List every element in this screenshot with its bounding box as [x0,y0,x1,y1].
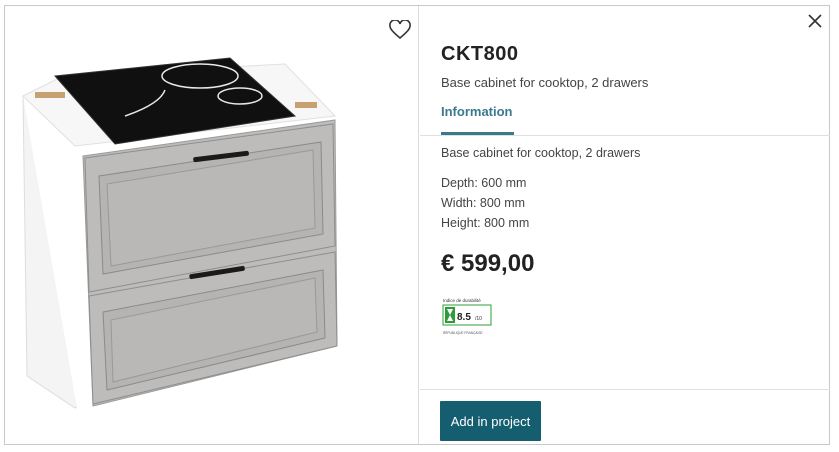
add-in-project-button[interactable]: Add in project [440,401,541,441]
heart-icon [389,19,411,40]
durability-scale: /10 [475,316,482,322]
product-price: € 599,00 [441,250,535,277]
durability-footer: RÉPUBLIQUE FRANÇAISE [443,330,483,335]
close-button[interactable] [807,13,823,29]
product-image-pane [5,6,419,444]
product-image [22,57,338,409]
actions-divider [420,389,830,390]
product-dimensions: Depth: 600 mm Width: 800 mm Height: 800 … [441,173,529,233]
close-icon [808,14,822,28]
product-description: Base cabinet for cooktop, 2 drawers [441,146,641,160]
width-value: Width: 800 mm [441,196,526,210]
height-value: Height: 800 mm [441,216,530,230]
favorite-button[interactable] [389,19,411,40]
product-code: CKT800 [441,43,519,65]
product-subtitle: Base cabinet for cooktop, 2 drawers [441,75,649,90]
durability-score: 8.5 [457,312,471,323]
durability-header: Indice de durabilité [443,298,481,303]
product-dialog: CKT800 Base cabinet for cooktop, 2 drawe… [4,5,830,445]
depth-value: Depth: 600 mm [441,176,527,190]
tabs-divider [420,135,830,136]
durability-index-badge: Indice de durabilité 8.5 /10 RÉPUBLIQUE … [441,296,493,338]
tab-information[interactable]: Information [441,104,514,134]
